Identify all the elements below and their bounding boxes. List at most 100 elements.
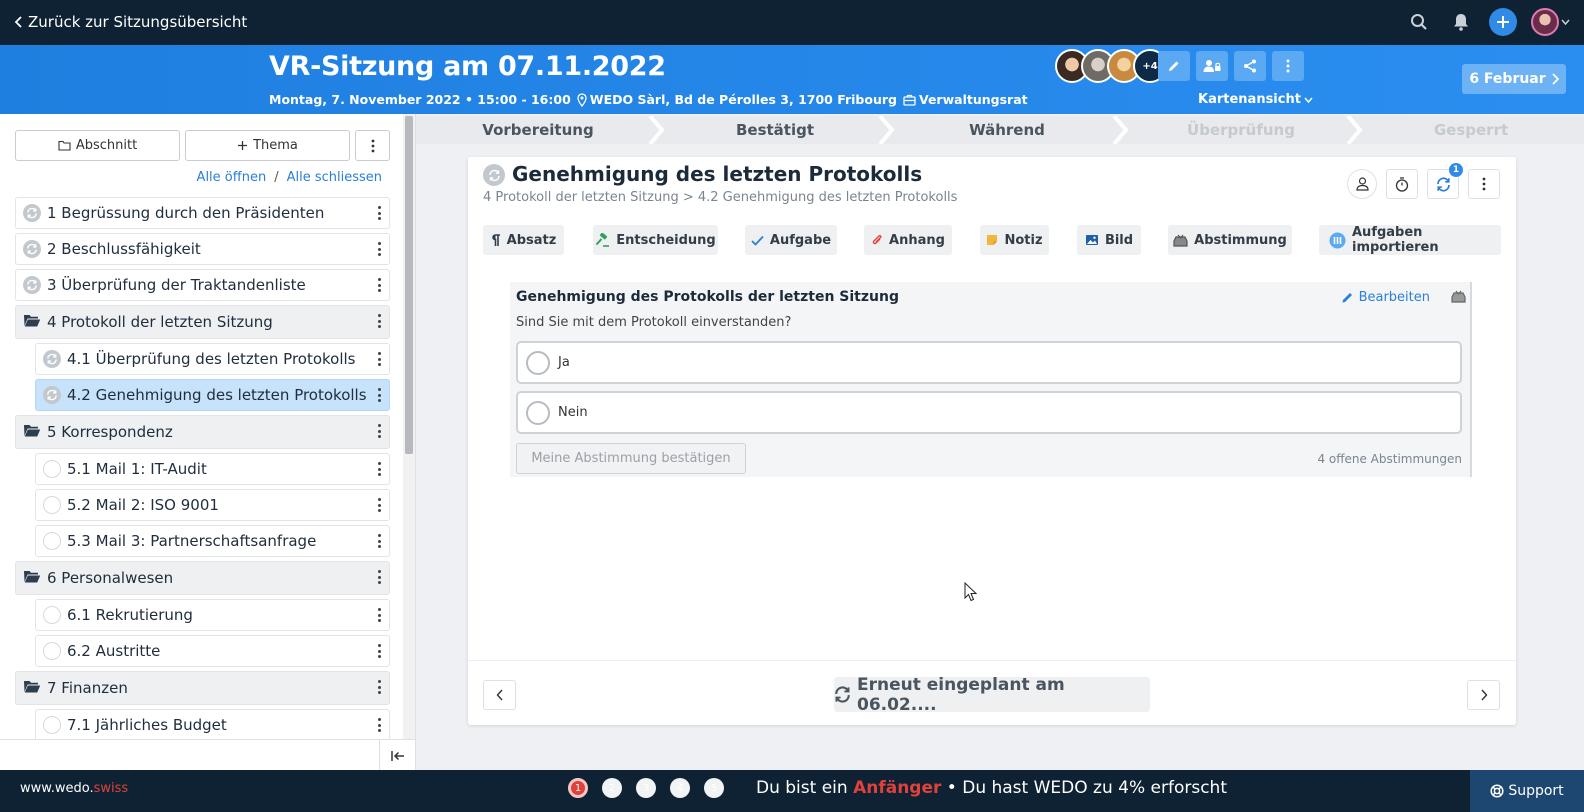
kebab-icon: [1286, 59, 1290, 73]
chevron-down-icon: [1304, 97, 1313, 103]
sidebar-scrollbar-thumb[interactable]: [405, 116, 413, 454]
agenda-item[interactable]: 6.2 Austritte: [35, 635, 390, 667]
next-meeting-button[interactable]: 6 Februar: [1462, 64, 1566, 94]
add-aufgaben-importieren-button[interactable]: Aufgaben importieren: [1319, 225, 1501, 255]
support-button[interactable]: Support: [1470, 770, 1584, 812]
confirm-vote-button[interactable]: Meine Abstimmung bestätigen: [516, 443, 746, 474]
breadcrumb: 4 Protokoll der letzten Sitzung > 4.2 Ge…: [483, 190, 958, 205]
agenda-item-label: 3 Überprüfung der Traktandenliste: [47, 276, 306, 294]
vote-option-yes[interactable]: Ja: [516, 341, 1462, 384]
kebab-icon[interactable]: [377, 570, 381, 584]
status-step[interactable]: Während: [890, 116, 1124, 144]
check-icon: [751, 235, 764, 246]
participants-avatars[interactable]: +4: [1055, 49, 1167, 83]
brand-link[interactable]: www.wedo.swiss: [20, 781, 128, 796]
radio-button[interactable]: [526, 350, 550, 375]
agenda-section[interactable]: 5 Korrespondenz: [15, 415, 390, 449]
kebab-icon[interactable]: [377, 462, 381, 476]
onboarding-step-dot[interactable]: 3: [636, 778, 656, 798]
view-mode-dropdown[interactable]: Kartenansicht: [1198, 92, 1313, 107]
user-icon: [1355, 177, 1369, 191]
agenda-item[interactable]: 7.1 Jährliches Budget: [35, 709, 390, 741]
assign-person-button[interactable]: [1347, 169, 1377, 199]
kebab-icon[interactable]: [377, 608, 381, 622]
agenda-item[interactable]: 5.2 Mail 2: ISO 9001: [35, 489, 390, 521]
recurring-icon: [43, 386, 61, 404]
onboarding-step-dot[interactable]: 1: [568, 778, 588, 798]
edit-meeting-button[interactable]: [1158, 51, 1190, 81]
topic-more-button[interactable]: [1468, 169, 1500, 199]
onboarding-step-dot[interactable]: 2: [602, 778, 622, 798]
kebab-icon[interactable]: [377, 242, 381, 256]
search-icon: [1411, 14, 1427, 30]
notifications-button[interactable]: [1447, 8, 1475, 36]
status-circle-icon: [43, 460, 61, 478]
open-all-link[interactable]: Alle öffnen: [197, 170, 267, 185]
sidebar-more-button[interactable]: [355, 130, 390, 161]
header-more-button[interactable]: [1272, 51, 1304, 81]
add-section-button[interactable]: Abschnitt: [15, 130, 180, 161]
next-topic-button[interactable]: [1467, 680, 1500, 710]
add-bild-button[interactable]: Bild: [1077, 225, 1141, 255]
agenda-section[interactable]: 4 Protokoll der letzten Sitzung: [15, 305, 390, 339]
kebab-icon[interactable]: [377, 680, 381, 694]
agenda-item[interactable]: 4.2 Genehmigung des letzten Protokolls: [35, 379, 390, 411]
sidebar-scrollbar[interactable]: [403, 114, 415, 739]
kebab-icon[interactable]: [377, 388, 381, 402]
agenda-section[interactable]: 7 Finanzen: [15, 671, 390, 705]
agenda-item[interactable]: 1 Begrüssung durch den Präsidenten: [15, 197, 390, 229]
share-button[interactable]: [1234, 51, 1266, 81]
close-all-link[interactable]: Alle schliessen: [287, 170, 382, 185]
add-anhang-button[interactable]: Anhang: [864, 225, 952, 255]
status-step[interactable]: Gesperrt: [1358, 116, 1584, 144]
kebab-icon[interactable]: [377, 278, 381, 292]
agenda-item[interactable]: 6.1 Rekrutierung: [35, 599, 390, 631]
kebab-icon[interactable]: [377, 718, 381, 732]
status-step[interactable]: Überprüfung: [1124, 116, 1358, 144]
agenda-item[interactable]: 5.1 Mail 1: IT-Audit: [35, 453, 390, 485]
add-topic-button[interactable]: Thema: [185, 130, 350, 161]
radio-button[interactable]: [526, 400, 550, 425]
kebab-icon[interactable]: [377, 498, 381, 512]
kebab-icon[interactable]: [377, 424, 381, 438]
add-absatz-button[interactable]: Absatz: [483, 225, 564, 255]
user-menu[interactable]: [1531, 8, 1570, 36]
vote-option-no[interactable]: Nein: [516, 391, 1462, 434]
add-notiz-button[interactable]: Notiz: [980, 225, 1049, 255]
agenda-item[interactable]: 4.1 Überprüfung des letzten Protokolls: [35, 343, 390, 375]
rescheduled-status[interactable]: Erneut eingeplant am 06.02....: [834, 675, 1150, 715]
edit-vote-link[interactable]: Bearbeiten: [1341, 290, 1430, 305]
kebab-icon[interactable]: [377, 352, 381, 366]
kebab-icon[interactable]: [377, 534, 381, 548]
agenda-section[interactable]: 6 Personalwesen: [15, 561, 390, 595]
collapse-sidebar-button[interactable]: [379, 740, 415, 771]
kebab-icon[interactable]: [377, 644, 381, 658]
folder-open-icon: [23, 423, 41, 441]
previous-topic-button[interactable]: [483, 680, 516, 710]
pencil-icon: [1342, 293, 1352, 303]
kebab-icon[interactable]: [377, 206, 381, 220]
folder-open-icon: [23, 679, 41, 697]
kebab-icon[interactable]: [377, 314, 381, 328]
agenda-item[interactable]: 2 Beschlussfähigkeit: [15, 233, 390, 265]
add-aufgabe-button[interactable]: Aufgabe: [745, 225, 837, 255]
add-entscheidung-button[interactable]: Entscheidung: [593, 225, 718, 255]
recurring-icon: [483, 164, 505, 186]
back-to-overview-link[interactable]: Zurück zur Sitzungsübersicht: [14, 13, 247, 31]
search-button[interactable]: [1405, 8, 1433, 36]
agenda-item-label: 7.1 Jährliches Budget: [67, 716, 227, 734]
status-step[interactable]: Vorbereitung: [416, 116, 660, 144]
timer-button[interactable]: [1386, 169, 1418, 199]
sync-button[interactable]: 1: [1427, 163, 1463, 199]
agenda-item[interactable]: 3 Überprüfung der Traktandenliste: [15, 269, 390, 301]
onboarding-step-dot[interactable]: 5: [704, 778, 724, 798]
top-bar: Zurück zur Sitzungsübersicht: [0, 0, 1584, 45]
ballot-box-icon[interactable]: [1451, 290, 1466, 307]
manage-participants-button[interactable]: [1196, 51, 1228, 81]
agenda-item[interactable]: 5.3 Mail 3: Partnerschaftsanfrage: [35, 525, 390, 557]
create-button[interactable]: [1489, 8, 1517, 36]
next-meeting-label: 6 Februar: [1469, 71, 1546, 87]
status-step[interactable]: Bestätigt: [660, 116, 890, 144]
onboarding-step-dot[interactable]: 4: [670, 778, 690, 798]
add-abstimmung-button[interactable]: Abstimmung: [1168, 225, 1292, 255]
